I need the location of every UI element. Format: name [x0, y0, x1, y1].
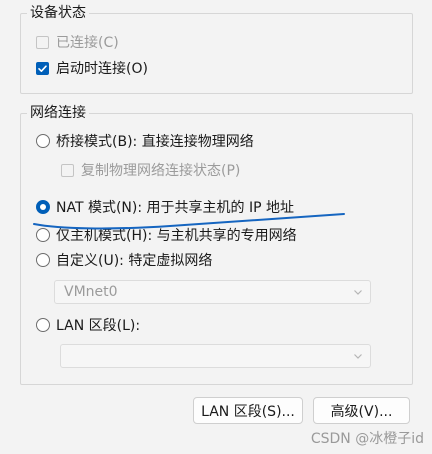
- connected-checkbox-row: 已连接(C): [36, 32, 119, 52]
- connected-checkbox[interactable]: [36, 35, 49, 49]
- custom-label: 自定义(U): 特定虚拟网络: [56, 253, 213, 269]
- replicate-state-checkbox[interactable]: [61, 163, 74, 177]
- connect-at-power-on-checkbox[interactable]: [36, 61, 49, 75]
- custom-radio[interactable]: [36, 253, 50, 267]
- connect-at-power-on-label: 启动时连接(O): [56, 61, 148, 77]
- lan-segment-select[interactable]: [60, 344, 371, 368]
- nat-radio-row: NAT 模式(N): 用于共享主机的 IP 地址: [36, 197, 294, 217]
- lan-segment-radio-row: LAN 区段(L):: [36, 315, 140, 335]
- nat-radio[interactable]: [36, 200, 50, 214]
- watermark: CSDN @冰橙子id: [310, 431, 424, 447]
- network-connection-legend: 网络连接: [27, 105, 89, 121]
- host-only-radio-row: 仅主机模式(H): 与主机共享的专用网络: [36, 225, 297, 245]
- checkmark-icon: [38, 64, 47, 72]
- device-status-legend: 设备状态: [27, 5, 89, 21]
- host-only-label: 仅主机模式(H): 与主机共享的专用网络: [56, 228, 297, 244]
- lan-segment-label: LAN 区段(L):: [56, 318, 141, 334]
- advanced-button[interactable]: 高级(V)...: [313, 397, 410, 424]
- bridged-radio[interactable]: [36, 134, 50, 148]
- custom-network-value: VMnet0: [64, 284, 118, 300]
- bridged-label: 桥接模式(B): 直接连接物理网络: [56, 134, 254, 150]
- chevron-down-icon: [354, 290, 362, 295]
- replicate-state-label: 复制物理网络连接状态(P): [81, 163, 241, 179]
- custom-network-select[interactable]: VMnet0: [54, 280, 371, 304]
- device-status-group: [20, 13, 413, 94]
- connected-label: 已连接(C): [56, 35, 119, 51]
- lan-segment-radio[interactable]: [36, 318, 50, 332]
- connect-at-power-on-row: 启动时连接(O): [36, 58, 148, 78]
- lan-segments-button[interactable]: LAN 区段(S)...: [193, 397, 303, 424]
- custom-radio-row: 自定义(U): 特定虚拟网络: [36, 250, 212, 270]
- replicate-state-row: 复制物理网络连接状态(P): [61, 160, 240, 180]
- chevron-down-icon: [354, 354, 362, 359]
- host-only-radio[interactable]: [36, 228, 50, 242]
- nat-label: NAT 模式(N): 用于共享主机的 IP 地址: [56, 200, 294, 216]
- bridged-radio-row: 桥接模式(B): 直接连接物理网络: [36, 131, 254, 151]
